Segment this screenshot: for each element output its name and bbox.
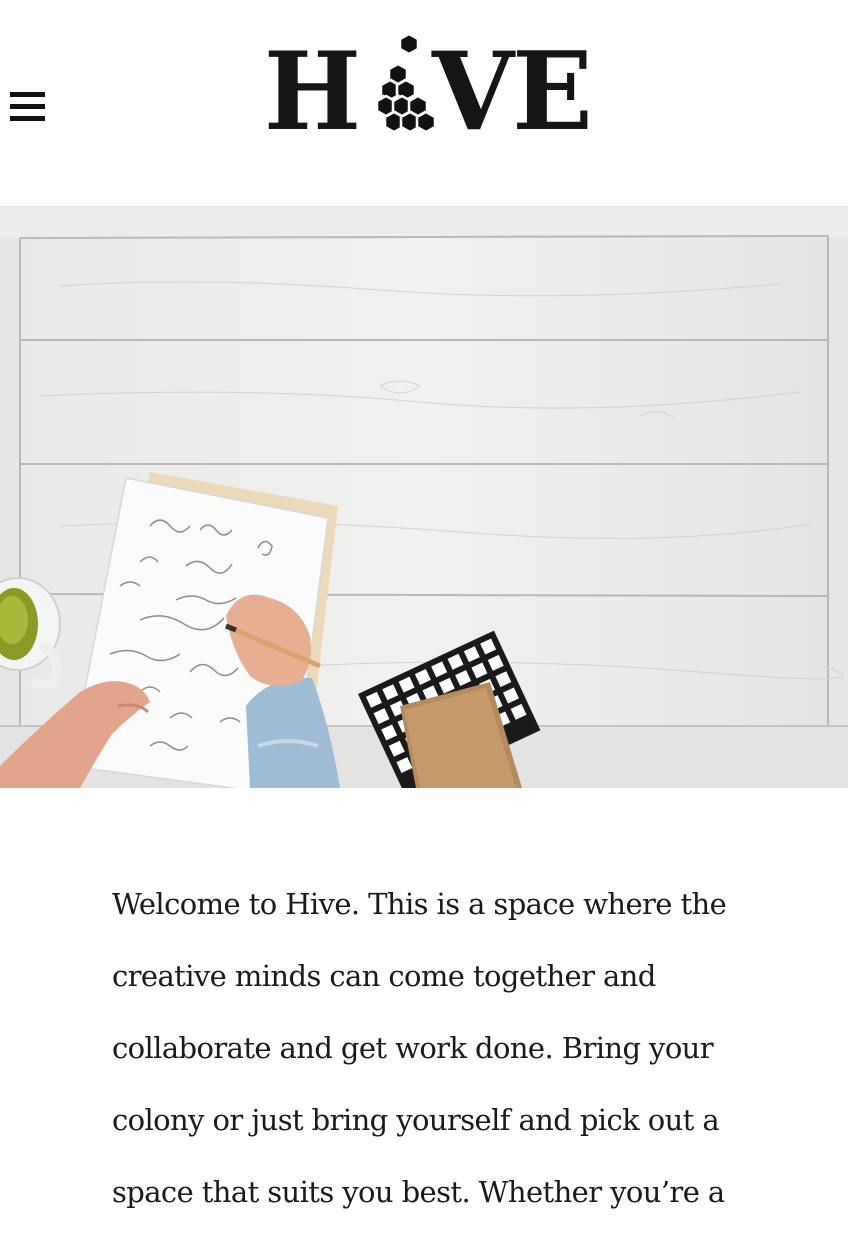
- page: H VE Welcome to Hive. This is a space wh…: [0, 0, 848, 1234]
- hamburger-menu-icon-bar-middle: [10, 104, 45, 109]
- intro-line: Welcome to Hive. This is a space where t…: [112, 887, 727, 921]
- intro-line: creative minds can come together and: [112, 959, 656, 993]
- desk-workspace-photo: [0, 206, 848, 788]
- logo-letters-ve: VE: [432, 29, 593, 155]
- intro-line: space that suits you best. Whether you’r…: [112, 1175, 725, 1209]
- intro-line: colony or just bring yourself and pick o…: [112, 1103, 720, 1137]
- logo-letter-h: H: [264, 29, 361, 155]
- intro-text: Welcome to Hive. This is a space where t…: [112, 868, 752, 1228]
- hamburger-menu-button[interactable]: [10, 92, 46, 122]
- site-header: H VE: [0, 0, 848, 206]
- hero-image: [0, 206, 848, 788]
- site-logo[interactable]: H VE: [264, 29, 594, 155]
- hamburger-menu-icon-bar-bottom: [10, 116, 45, 121]
- hamburger-menu-icon-bar-top: [10, 92, 45, 97]
- intro-line: collaborate and get work done. Bring you…: [112, 1031, 714, 1065]
